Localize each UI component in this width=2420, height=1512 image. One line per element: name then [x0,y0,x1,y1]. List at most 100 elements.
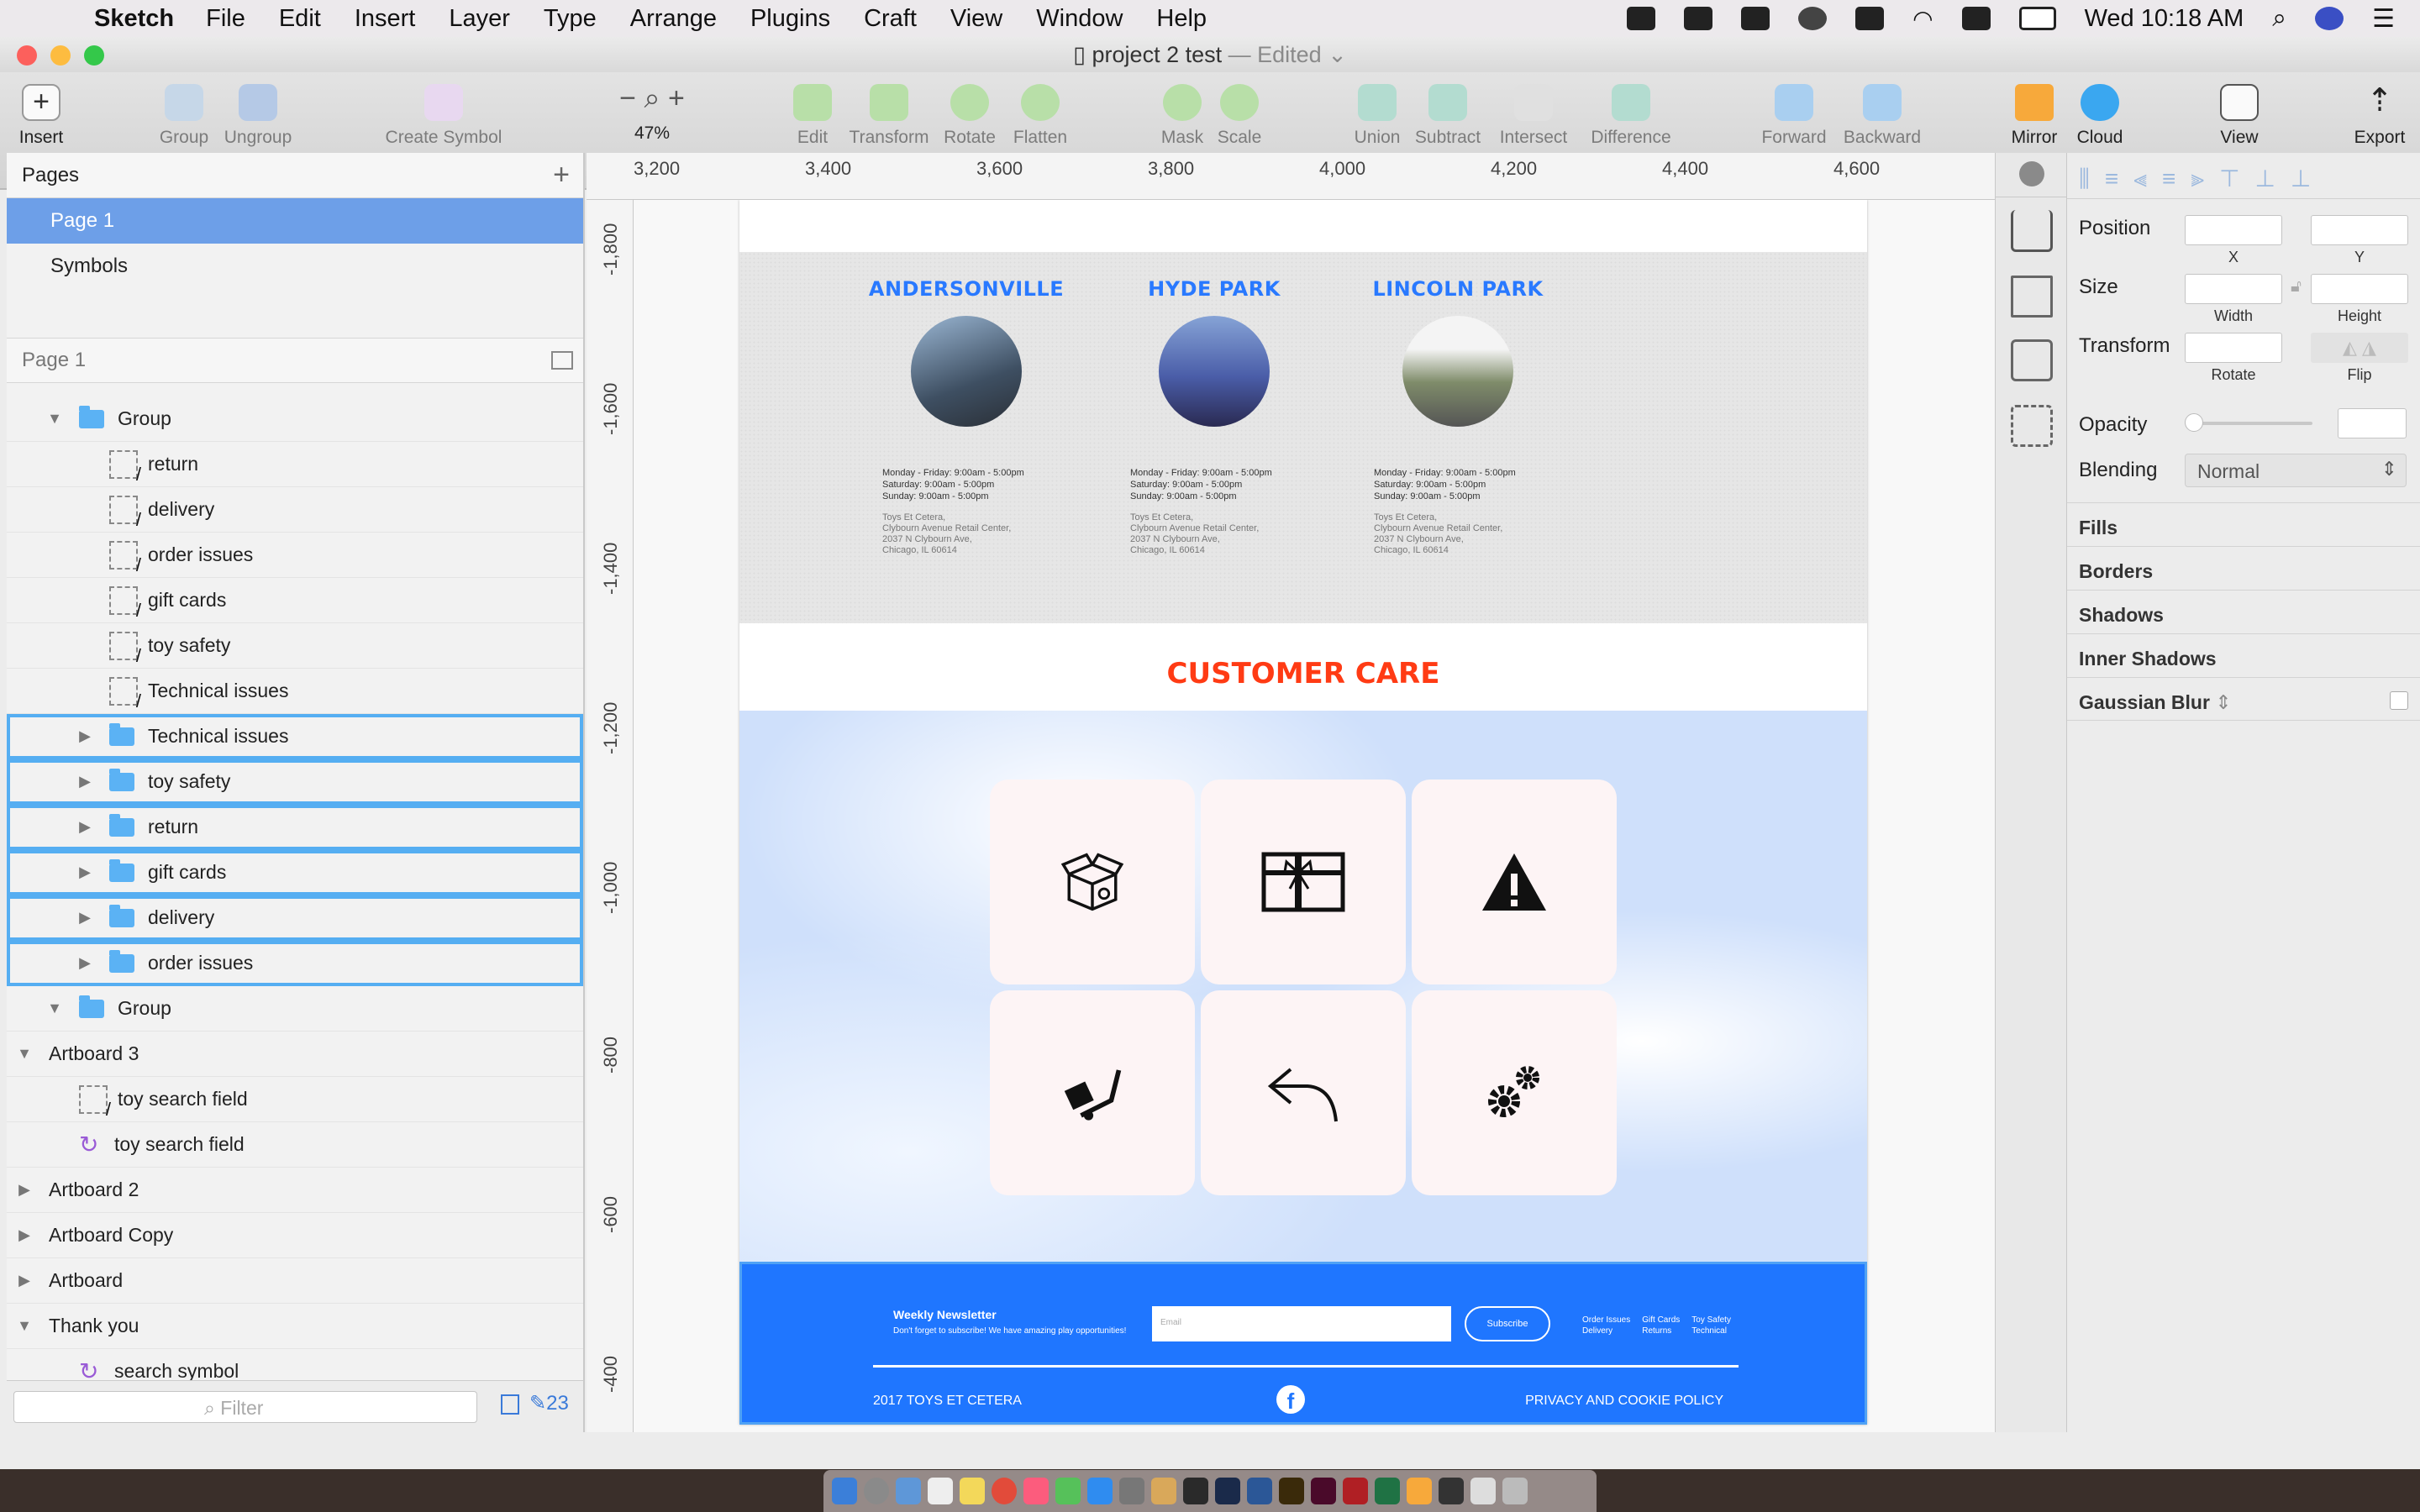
layer-row[interactable]: ▼ Thank you [7,1304,583,1349]
illustrator-icon[interactable] [1279,1478,1304,1504]
layer-row[interactable]: ▶ return [7,805,583,850]
layer-row[interactable]: delivery [7,487,583,533]
photoshop-icon[interactable] [1215,1478,1240,1504]
facebook-icon[interactable]: f [1276,1385,1305,1414]
launchpad-icon[interactable] [864,1478,889,1504]
layer-row[interactable]: ▶ Technical issues [7,714,583,759]
layer-row[interactable]: ▶ delivery [7,895,583,941]
privacy-link[interactable]: PRIVACY AND COOKIE POLICY [1525,1394,1723,1409]
status-app-icon-2[interactable] [1855,7,1885,30]
menu-edit[interactable]: Edit [279,5,321,33]
page-item-page-1[interactable]: Page 1 [7,198,583,244]
menu-help[interactable]: Help [1156,5,1207,33]
scale-button[interactable]: Scale [1193,81,1286,148]
ungroup-button[interactable]: Ungroup [212,81,304,148]
blur-checkbox[interactable] [2390,691,2408,710]
layer-row[interactable]: ▶ Artboard Copy [7,1213,583,1258]
opacity-slider-knob[interactable] [2185,413,2203,432]
position-y-input[interactable] [2311,215,2408,245]
position-x-input[interactable] [2185,215,2282,245]
disclosure-closed-icon[interactable]: ▶ [76,909,94,927]
footer-link-delivery[interactable]: Delivery [1582,1326,1630,1336]
add-page-button[interactable]: + [553,159,570,192]
word-icon[interactable] [1247,1478,1272,1504]
page-item-symbols[interactable]: Symbols [7,244,583,289]
flatten-button[interactable]: Flatten [994,81,1086,148]
menubar-clock[interactable]: Wed 10:18 AM [2085,5,2244,33]
canvas[interactable]: ANDERSONVILLE Monday - Friday: 9:00am - … [634,200,1995,1432]
collapse-layers-icon[interactable] [551,351,573,370]
layer-row[interactable]: ▶ Artboard 2 [7,1168,583,1213]
chrome-icon[interactable] [992,1478,1017,1504]
airplay-icon[interactable] [1961,7,1991,30]
notes-icon[interactable] [960,1478,985,1504]
view-button[interactable]: View [2193,81,2286,148]
indesign-icon[interactable] [1311,1478,1336,1504]
disclosure-open-icon[interactable]: ▼ [45,1000,64,1017]
disclosure-open-icon[interactable]: ▼ [15,1045,34,1063]
tile-delivery[interactable] [990,990,1195,1195]
tile-gift-cards[interactable] [1201,780,1406,984]
export-button[interactable]: ⇡ Export [2339,81,2420,148]
layer-row[interactable]: ▶ order issues [7,941,583,986]
layer-row[interactable]: ▶ gift cards [7,850,583,895]
inner-shadows-section[interactable]: Inner Shadows [2067,633,2420,677]
footer-link-returns[interactable]: Returns [1642,1326,1680,1336]
insert-button[interactable]: + Insert [0,81,87,148]
trash-icon[interactable] [1502,1478,1528,1504]
acrobat-icon[interactable] [1343,1478,1368,1504]
menu-plugins[interactable]: Plugins [750,5,830,33]
layer-row[interactable]: order issues [7,533,583,578]
transform-button[interactable]: Transform [843,81,935,148]
footer-link-order-issues[interactable]: Order Issues [1582,1315,1630,1326]
artboard[interactable]: ANDERSONVILLE Monday - Friday: 9:00am - … [739,200,1867,1425]
layer-row[interactable]: ▶ toy safety [7,759,583,805]
drive-icon[interactable] [1741,7,1770,30]
newsletter-email-field[interactable]: Email [1152,1306,1451,1341]
disclosure-open-icon[interactable]: ▼ [45,410,64,428]
layer-row[interactable]: ▼ Artboard 3 [7,1032,583,1077]
dropbox-icon[interactable] [1684,7,1713,30]
disclosure-closed-icon[interactable]: ▶ [76,727,94,745]
layer-row[interactable]: ↻ toy search field [7,1122,583,1168]
opacity-input[interactable] [2338,408,2407,438]
slice-count[interactable]: ✎23 [529,1391,569,1415]
battery-icon[interactable] [2018,7,2056,30]
document-name[interactable]: project 2 test [1092,42,1223,67]
edited-status[interactable]: — Edited [1228,42,1322,67]
spotlight-search-icon[interactable]: ⌕ [2272,4,2286,33]
status-app-icon[interactable] [1627,7,1656,30]
finder-icon[interactable] [832,1478,857,1504]
menu-arrange[interactable]: Arrange [630,5,717,33]
menu-view[interactable]: View [950,5,1002,33]
zoom-control[interactable]: − ⌕ + 47% [602,81,702,144]
terminal-icon[interactable] [1439,1478,1464,1504]
symbols-overrides-icon[interactable] [2011,405,2053,447]
menu-layer[interactable]: Layer [449,5,510,33]
downloads-icon[interactable] [1470,1478,1496,1504]
app-store-icon[interactable] [1087,1478,1113,1504]
excel-icon[interactable] [1375,1478,1400,1504]
notification-center-icon[interactable]: ☰ [2372,4,2395,34]
system-preferences-icon[interactable] [1119,1478,1144,1504]
zoom-level[interactable]: 47% [634,123,670,143]
disclosure-closed-icon[interactable]: ▶ [76,954,94,972]
sketch-icon[interactable] [1407,1478,1432,1504]
chevron-down-icon[interactable]: ⌄ [1328,42,1347,67]
fills-section[interactable]: Fills [2067,502,2420,546]
tile-toy-safety[interactable] [1412,780,1617,984]
menu-type[interactable]: Type [544,5,597,33]
create-symbol-button[interactable]: Create Symbol [385,81,502,148]
mail-icon[interactable] [896,1478,921,1504]
menu-file[interactable]: File [206,5,245,33]
pie-icon[interactable] [2019,161,2044,186]
menu-craft[interactable]: Craft [864,5,917,33]
script-editor-icon[interactable] [1151,1478,1176,1504]
opacity-slider[interactable] [2186,422,2312,425]
disclosure-closed-icon[interactable]: ▶ [15,1226,34,1244]
layer-row[interactable]: gift cards [7,578,583,623]
align-toolbar[interactable]: ⫼≡⫷≡⫸⊤⊥⊥ [2079,165,2407,192]
subscribe-button[interactable]: Subscribe [1465,1306,1550,1341]
bridge-icon[interactable] [1183,1478,1208,1504]
disclosure-closed-icon[interactable]: ▶ [76,773,94,790]
